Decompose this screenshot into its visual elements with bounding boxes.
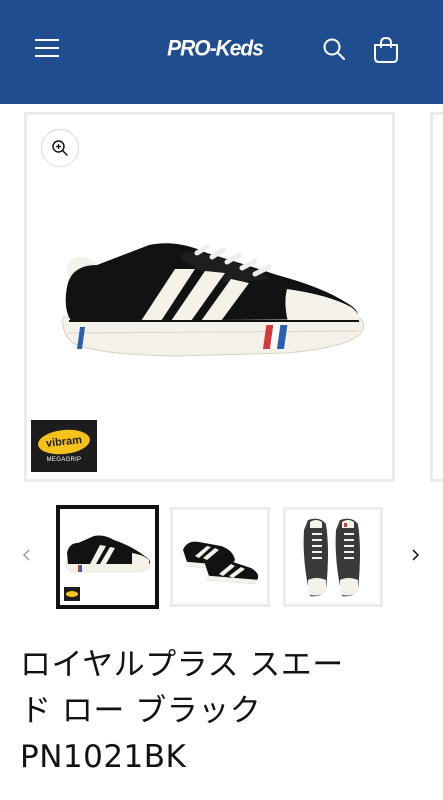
chevron-left-icon [22, 549, 30, 561]
product-title-line2: ド ロー ブラック [20, 693, 262, 729]
chevron-right-icon [412, 549, 420, 561]
vibram-logo: vibram [36, 426, 92, 457]
vibram-badge: vibram MEGAGRIP [31, 420, 97, 472]
search-button[interactable] [314, 30, 354, 68]
brand-logo[interactable]: PRO-Keds [160, 33, 270, 65]
search-icon [323, 38, 345, 60]
sneaker-image [62, 243, 365, 357]
product-title-line1: ロイヤルプラス スエー [20, 647, 344, 683]
cart-button[interactable] [366, 30, 406, 70]
sneaker-top-thumbnail-image [303, 518, 360, 597]
next-thumbnail-button[interactable] [406, 543, 426, 567]
vibram-subtext: MEGAGRIP [46, 456, 82, 463]
zoom-in-icon [52, 140, 68, 156]
thumbnail-pair-view[interactable] [170, 507, 270, 607]
vibram-logo-text: vibram [45, 433, 83, 450]
thumbnail-side-view[interactable] [56, 505, 159, 609]
prev-thumbnail-button[interactable] [16, 543, 36, 567]
product-title-line3: PN1021BK [20, 739, 187, 775]
thumbnail-slider [0, 505, 443, 609]
brand-logo-text: PRO-Keds [167, 36, 264, 61]
zoom-button[interactable] [41, 129, 79, 167]
hamburger-icon [35, 39, 59, 57]
vibram-mini-badge [64, 587, 80, 601]
menu-button[interactable] [26, 30, 68, 66]
sneaker-pair-thumbnail-image [183, 541, 259, 585]
main-product-image[interactable]: vibram MEGAGRIP [24, 112, 395, 482]
site-header: PRO-Keds [0, 0, 443, 104]
thumbnail-top-view[interactable] [283, 507, 383, 607]
cart-bag-icon [374, 36, 398, 63]
next-image-peek[interactable] [430, 112, 443, 482]
product-title: ロイヤルプラス スエー ド ロー ブラック PN1021BK [20, 642, 420, 780]
